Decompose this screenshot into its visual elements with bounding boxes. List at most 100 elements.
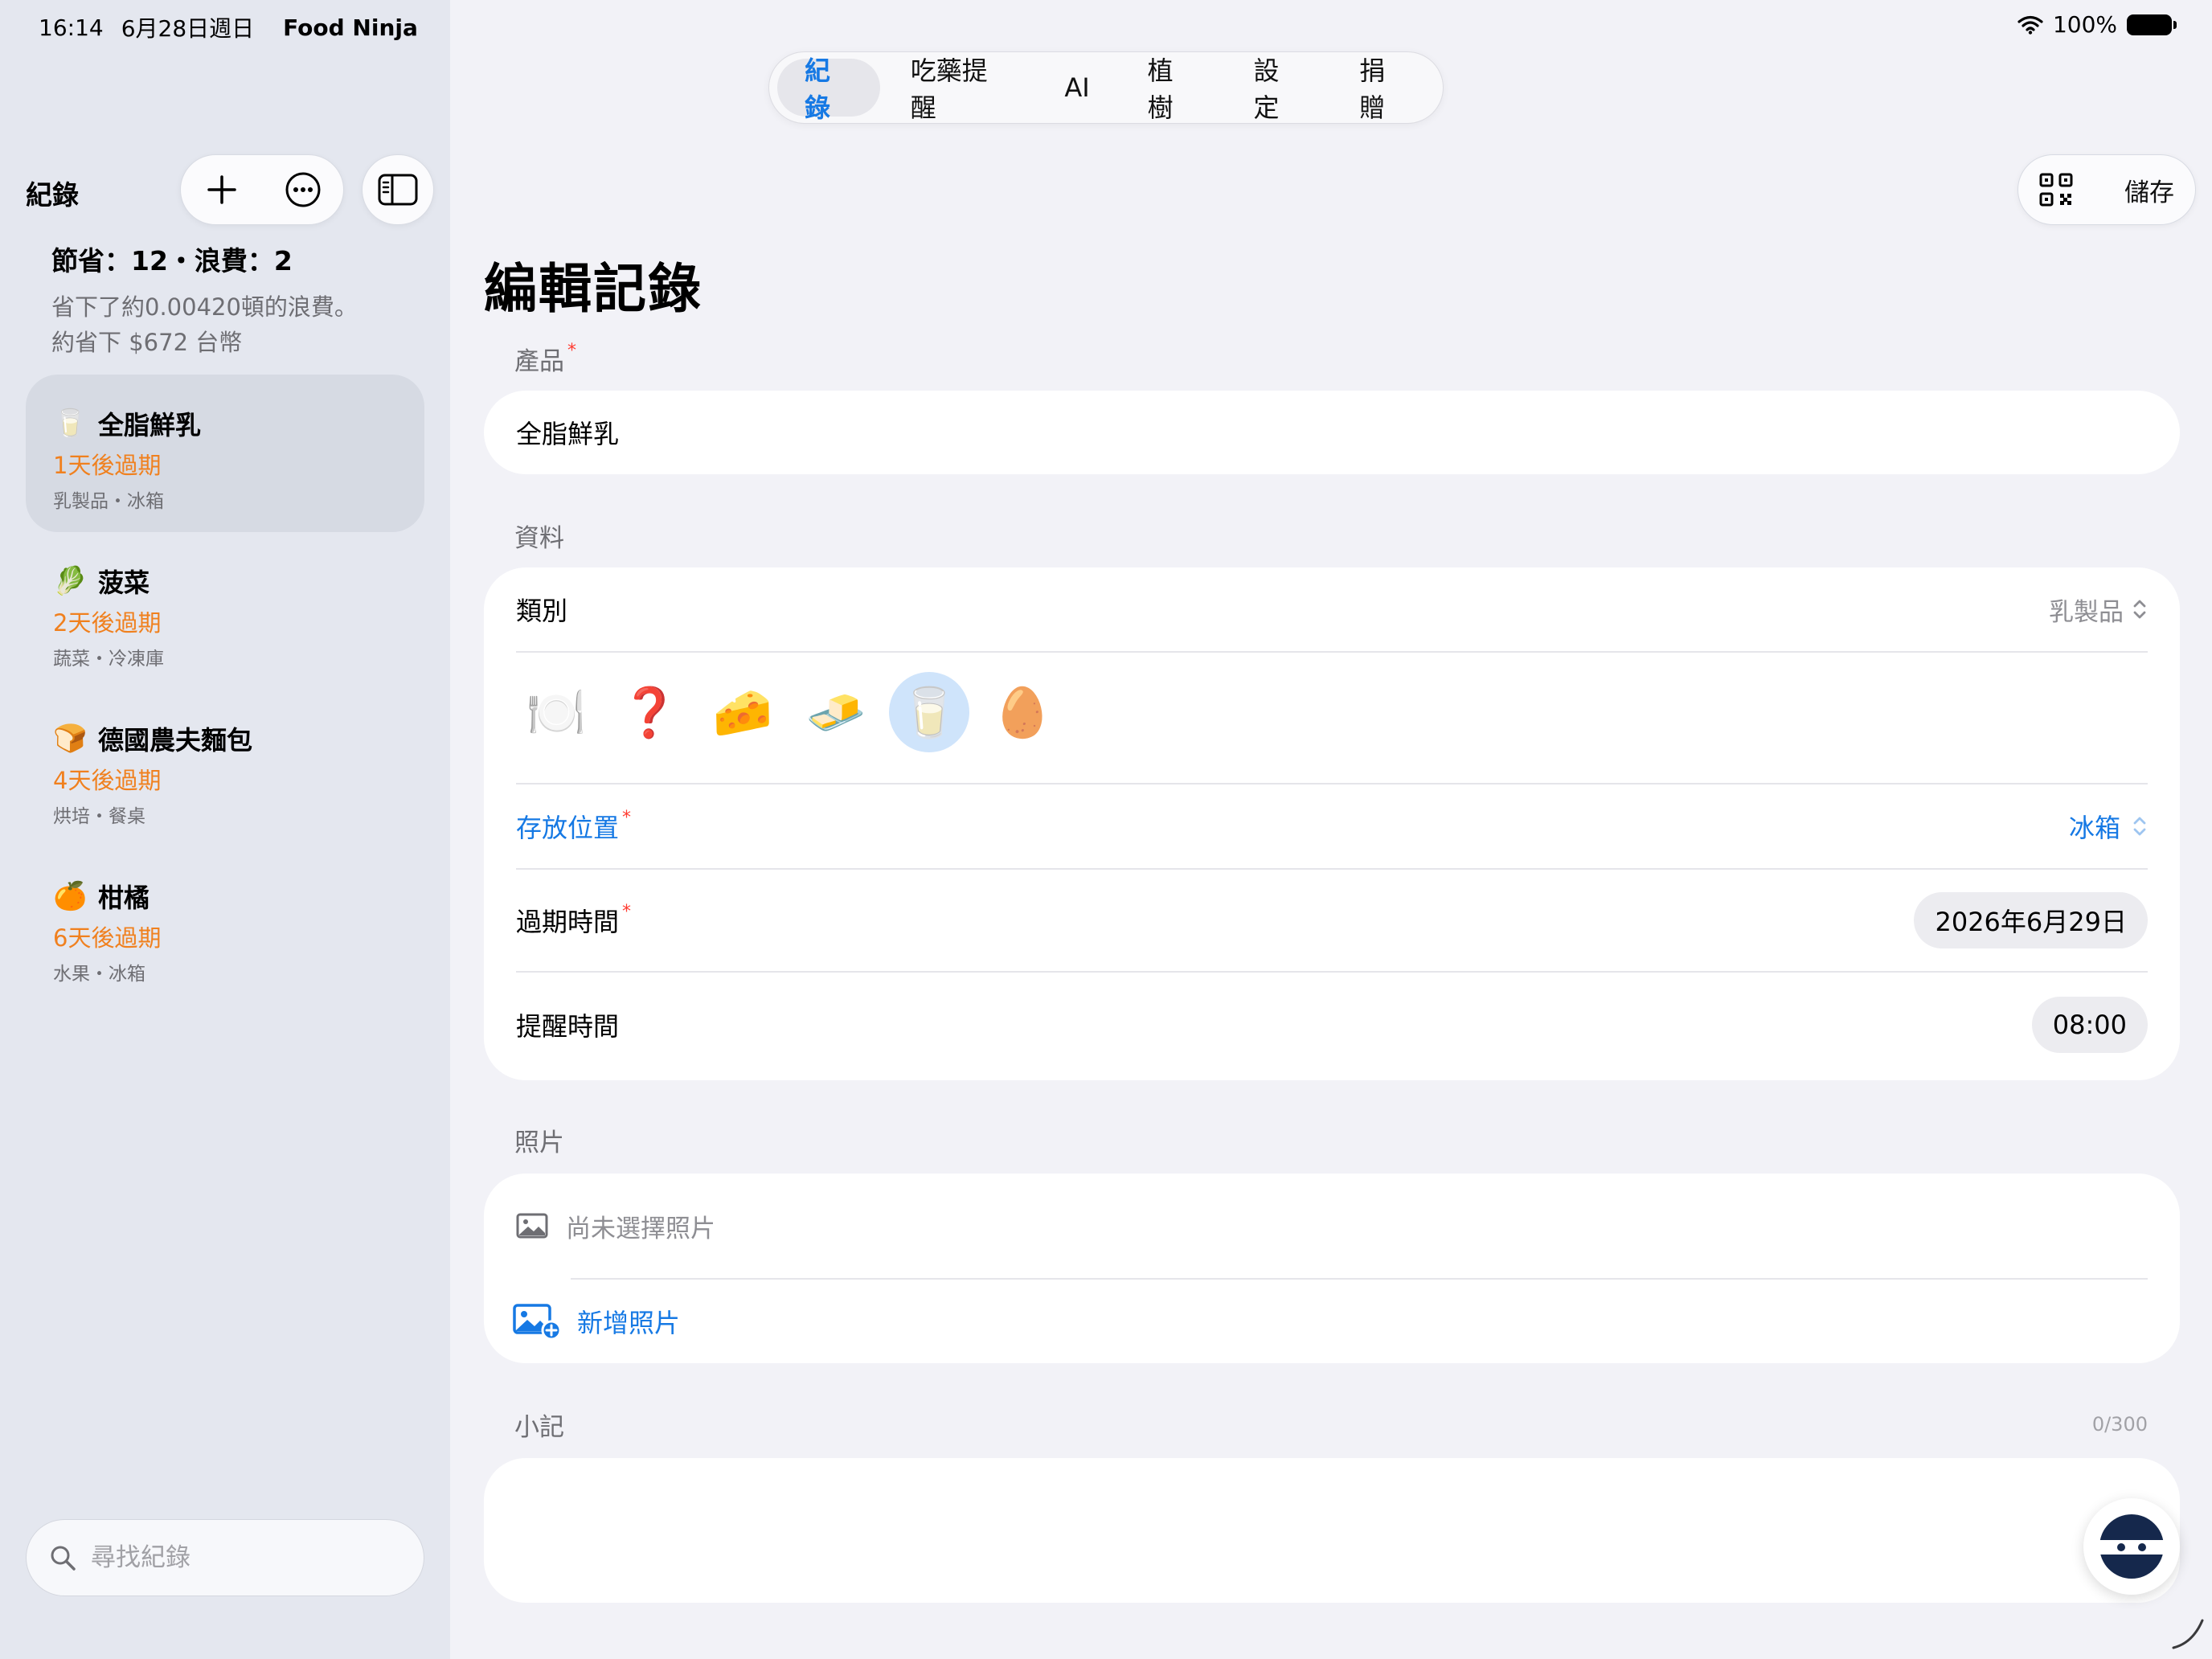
ninja-mascot-icon: [2099, 1514, 2164, 1579]
category-picker[interactable]: 乳製品: [2049, 592, 2148, 628]
qr-code-button[interactable]: [2039, 173, 2073, 207]
status-bar-left: 16:14 6月28日週日 Food Ninja: [39, 11, 418, 43]
category-label: 類別: [516, 596, 568, 626]
required-asterisk: *: [567, 341, 576, 361]
bread-icon: 🍞: [53, 723, 88, 755]
product-name-input[interactable]: 全脂鮮乳: [516, 414, 619, 451]
tab-records[interactable]: 紀錄: [777, 55, 880, 123]
emoji-option-cheese[interactable]: 🧀: [703, 672, 783, 752]
main-content: 100% 紀錄 吃藥提醒 AI 植樹 設定 捐贈 儲存 編輯記錄 產品 * 全脂…: [450, 0, 2212, 1659]
qr-code-icon: [2039, 173, 2073, 207]
note-character-counter: 0/300: [2091, 1413, 2148, 1436]
category-value: 乳製品: [2049, 597, 2124, 627]
tab-ai[interactable]: AI: [1037, 59, 1116, 117]
savings-headline: 節省：12・浪費：2: [51, 245, 293, 276]
record-name: 全脂鮮乳: [98, 410, 202, 440]
search-input[interactable]: [91, 1543, 396, 1572]
reminder-label: 提醒時間: [516, 1011, 620, 1042]
divider: [516, 651, 2148, 653]
data-card: 類別 乳製品 🍽️ ❓ 🧀 🧈 🥛 🥚 存放位置 * 冰箱 過期時間 * 202…: [484, 567, 2180, 1080]
ninja-assistant-button[interactable]: [2083, 1498, 2180, 1595]
record-meta: 乳製品・冰箱: [53, 491, 164, 512]
product-label: 產品: [514, 347, 564, 376]
stylus-indicator-icon: [2172, 1619, 2204, 1649]
status-time: 16:14: [39, 14, 104, 41]
status-bar-right: 100%: [2017, 11, 2177, 38]
record-list: 🥛 全脂鮮乳 1天後過期 乳製品・冰箱 🥬 菠菜 2天後過期 蔬菜・冷凍庫 🍞 德國農…: [26, 375, 424, 1005]
record-name: 菠菜: [98, 567, 150, 598]
photo-empty-row: 尚未選擇照片: [516, 1174, 2148, 1278]
product-field[interactable]: 全脂鮮乳: [516, 391, 2148, 474]
record-name: 德國農夫麵包: [98, 725, 253, 756]
status-date: 6月28日週日: [121, 15, 255, 42]
category-row[interactable]: 類別 乳製品: [516, 567, 2148, 651]
storage-row[interactable]: 存放位置 * 冰箱: [516, 784, 2148, 868]
sidebar: 16:14 6月28日週日 Food Ninja 紀錄 節省：12・浪費：2 省…: [0, 0, 450, 1659]
emoji-option-plate[interactable]: 🍽️: [516, 672, 596, 752]
milk-icon: 🥛: [53, 408, 88, 440]
data-section-label: 資料: [514, 524, 564, 553]
battery-icon: [2127, 14, 2177, 35]
required-asterisk: *: [622, 902, 632, 922]
wifi-icon: [2017, 15, 2043, 35]
storage-label: 存放位置: [516, 813, 620, 843]
photo-section-label: 照片: [514, 1129, 564, 1157]
photo-card: 尚未選擇照片 新增照片: [484, 1174, 2180, 1363]
sidebar-icon: [378, 174, 418, 206]
tangerine-icon: 🍊: [53, 880, 88, 912]
savings-line-2: 約省下 $672 台幣: [51, 329, 243, 356]
savings-line-1: 省下了約0.00420頓的浪費。: [51, 293, 358, 321]
sidebar-toggle-button[interactable]: [362, 154, 434, 225]
note-input[interactable]: [484, 1458, 2180, 1603]
status-app-name: Food Ninja: [283, 14, 418, 41]
reminder-time-picker[interactable]: 08:00: [2031, 997, 2148, 1053]
search-icon: [51, 1546, 76, 1571]
battery-percent: 100%: [2052, 11, 2117, 38]
add-record-button[interactable]: [198, 166, 246, 214]
add-photo-label: 新增照片: [577, 1308, 681, 1338]
expiry-label-group: 過期時間 *: [516, 902, 631, 939]
record-item[interactable]: 🥛 全脂鮮乳 1天後過期 乳製品・冰箱: [26, 375, 424, 532]
required-asterisk: *: [622, 808, 632, 828]
reminder-row: 提醒時間 08:00: [516, 973, 2148, 1077]
emoji-option-milk[interactable]: 🥛: [889, 672, 969, 752]
record-item[interactable]: 🍞 德國農夫麵包 4天後過期 烘培・餐桌: [26, 690, 424, 847]
emoji-option-butter[interactable]: 🧈: [796, 672, 876, 752]
more-options-button[interactable]: [279, 166, 327, 214]
product-card: 全脂鮮乳: [484, 391, 2180, 474]
savings-summary: 節省：12・浪費：2 省下了約0.00420頓的浪費。 約省下 $672 台幣: [51, 240, 437, 360]
add-photo-button[interactable]: 新增照片: [513, 1303, 680, 1340]
emoji-option-question[interactable]: ❓: [609, 672, 690, 752]
save-button[interactable]: 儲存: [2124, 172, 2174, 208]
emoji-picker: 🍽️ ❓ 🧀 🧈 🥛 🥚: [516, 672, 1063, 752]
photo-empty-state: 尚未選擇照片: [516, 1208, 715, 1244]
record-meta: 蔬菜・冷凍庫: [53, 649, 164, 670]
emoji-option-egg[interactable]: 🥚: [982, 672, 1063, 752]
record-expiry: 4天後過期: [53, 767, 162, 794]
tab-tree-planting[interactable]: 植樹: [1120, 55, 1223, 123]
record-expiry: 6天後過期: [53, 924, 162, 952]
record-item[interactable]: 🥬 菠菜 2天後過期 蔬菜・冷凍庫: [26, 532, 424, 690]
record-item[interactable]: 🍊 柑橘 6天後過期 水果・冰箱: [26, 847, 424, 1005]
storage-label-group: 存放位置 *: [516, 808, 631, 845]
add-photo-icon: [513, 1304, 562, 1340]
storage-value: 冰箱: [2068, 813, 2120, 843]
storage-picker[interactable]: 冰箱: [2069, 808, 2148, 845]
sidebar-action-group: [180, 154, 344, 225]
tab-settings[interactable]: 設定: [1226, 55, 1329, 123]
expiry-date-picker[interactable]: 2026年6月29日: [1914, 892, 2148, 948]
page-title: 編輯記錄: [484, 258, 703, 320]
expiry-row: 過期時間 * 2026年6月29日: [516, 870, 2148, 971]
record-meta: 水果・冰箱: [53, 964, 145, 985]
record-expiry: 1天後過期: [53, 452, 162, 479]
tab-medication-reminder[interactable]: 吃藥提醒: [883, 55, 1034, 123]
record-name: 柑橘: [98, 883, 150, 913]
chevron-up-down-icon: [2133, 817, 2146, 836]
photo-empty-text: 尚未選擇照片: [566, 1214, 715, 1243]
ellipsis-circle-icon: [285, 172, 320, 207]
leafy-greens-icon: 🥬: [53, 565, 88, 597]
record-meta: 烘培・餐桌: [53, 806, 145, 827]
plus-icon: [207, 175, 236, 204]
tab-donate[interactable]: 捐贈: [1332, 55, 1435, 123]
note-section-label: 小記: [514, 1413, 564, 1442]
